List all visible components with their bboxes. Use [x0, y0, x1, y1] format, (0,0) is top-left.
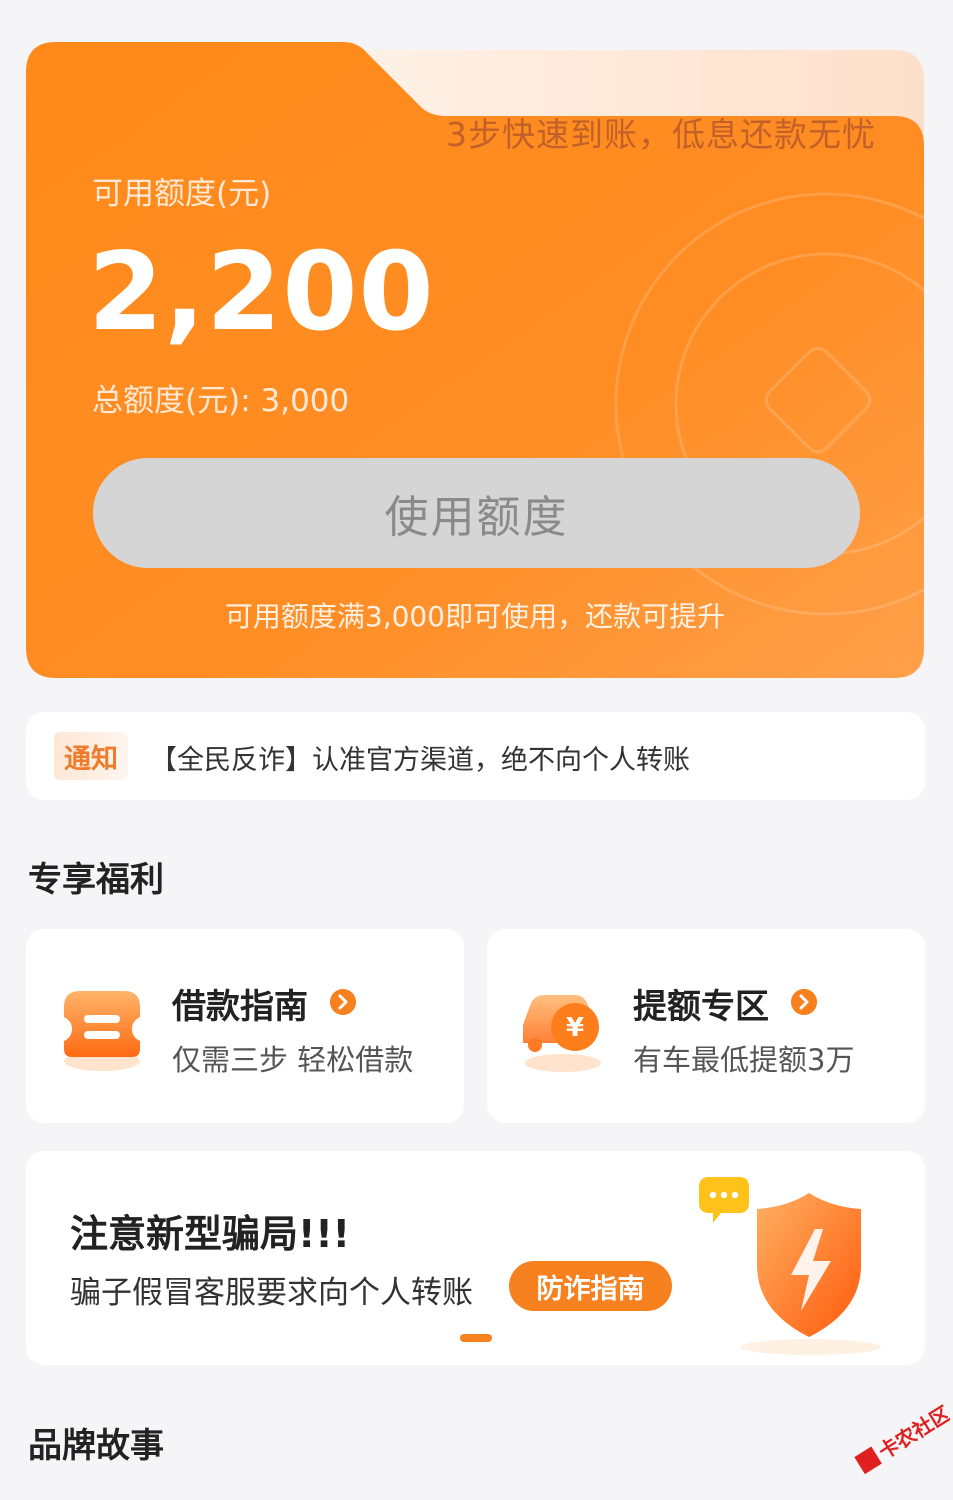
fraud-banner-text: 骗子假冒客服要求向个人转账 — [70, 1275, 473, 1311]
notice-tag: 通知 — [54, 732, 128, 780]
fraud-guide-button[interactable]: 防诈指南 — [509, 1261, 672, 1311]
notice-bar[interactable]: 通知 【全民反诈】认准官方渠道，绝不向个人转账 — [26, 712, 925, 800]
benefit-subtitle: 仅需三步 轻松借款 — [172, 1043, 414, 1077]
credit-card: 3步快速到账，低息还款无忧 可用额度(元) 2,200 总额度(元): 3,00… — [26, 42, 924, 678]
benefit-card-limit-increase[interactable]: ¥ 提额专区 有车最低提额3万 — [487, 929, 925, 1123]
car-yuan-icon: ¥ — [523, 995, 601, 1072]
card-slogan: 3步快速到账，低息还款无忧 — [446, 115, 876, 154]
total-credit-label: 总额度(元): 3,000 — [92, 383, 350, 419]
credit-hint-text: 可用额度满3,000即可使用，还款可提升 — [224, 600, 726, 633]
shield-lightning-icon — [699, 1177, 881, 1355]
svg-text:¥: ¥ — [566, 1013, 584, 1043]
use-credit-button[interactable]: 使用额度 — [93, 458, 860, 568]
available-credit-amount: 2,200 — [88, 230, 435, 355]
benefits-section-title: 专享福利 — [28, 860, 164, 900]
notice-text: 【全民反诈】认准官方渠道，绝不向个人转账 — [150, 745, 690, 776]
benefit-title: 提额专区 — [633, 987, 769, 1027]
svg-text:卡农社区: 卡农社区 — [874, 1404, 950, 1464]
benefit-title: 借款指南 — [172, 987, 308, 1027]
ticket-icon — [64, 991, 140, 1071]
fraud-warning-banner[interactable]: 注意新型骗局!!! 骗子假冒客服要求向个人转账 防诈指南 — [26, 1151, 925, 1365]
benefit-card-loan-guide[interactable]: 借款指南 仅需三步 轻松借款 — [26, 929, 464, 1123]
community-watermark-logo: 卡农社区 — [854, 1404, 950, 1475]
available-credit-label: 可用额度(元) — [92, 176, 272, 212]
fraud-banner-title: 注意新型骗局!!! — [70, 1212, 350, 1256]
brand-section-title: 品牌故事 — [28, 1426, 164, 1466]
chevron-right-icon — [791, 989, 817, 1015]
benefit-subtitle: 有车最低提额3万 — [633, 1043, 855, 1077]
carousel-indicator — [460, 1334, 492, 1342]
chevron-right-icon — [330, 989, 356, 1015]
